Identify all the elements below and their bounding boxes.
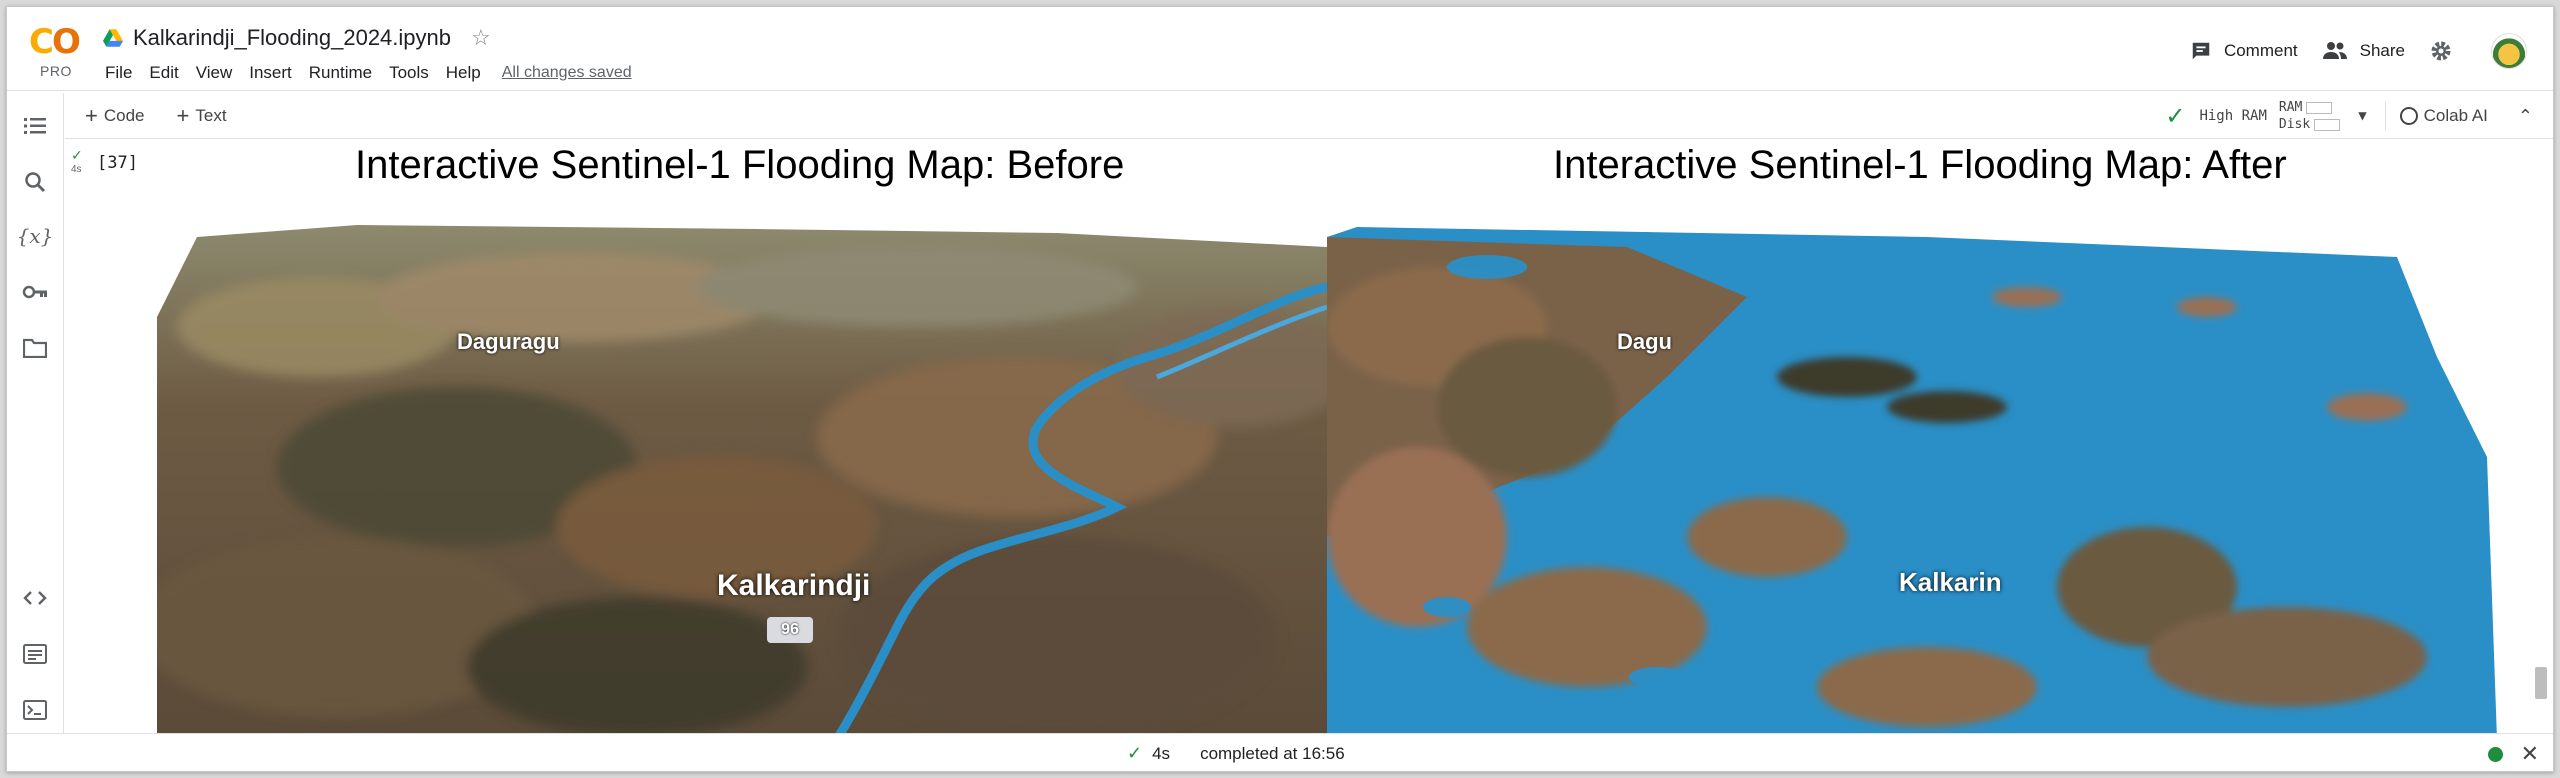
menu-tools[interactable]: Tools xyxy=(389,63,429,83)
status-duration: 4s xyxy=(1152,743,1171,763)
menu-file[interactable]: File xyxy=(105,63,132,83)
execution-status: ✓ 4s completed at 16:56 xyxy=(1127,743,1345,764)
command-palette-icon[interactable] xyxy=(20,639,50,669)
logo-mark: CO xyxy=(29,22,81,62)
terminal-icon[interactable] xyxy=(20,695,50,725)
town-label-kalkarindji: Kalkarindji xyxy=(717,569,871,602)
completed-check-icon: ✓ xyxy=(1127,743,1143,763)
variables-icon[interactable]: {𝑥} xyxy=(17,221,54,251)
menu-view[interactable]: View xyxy=(196,63,233,83)
add-code-label: Code xyxy=(103,105,145,125)
star-icon[interactable]: ☆ xyxy=(471,25,491,51)
town-label-kalkarindji-after: Kalkarin xyxy=(1899,567,2002,597)
people-icon xyxy=(2322,42,2347,59)
table-of-contents-icon[interactable] xyxy=(20,111,50,141)
execution-count: [37] xyxy=(97,153,138,173)
colab-ai-button[interactable]: Colab AI xyxy=(2399,106,2488,126)
plus-icon: + xyxy=(85,102,98,128)
collapse-chevron-icon[interactable]: ⌃ xyxy=(2518,106,2533,127)
account-avatar[interactable] xyxy=(2491,33,2527,69)
comment-label: Comment xyxy=(2223,41,2298,60)
output-scrollbar-thumb[interactable] xyxy=(2535,667,2547,699)
settings-button[interactable] xyxy=(2429,39,2465,63)
connected-check-icon: ✓ xyxy=(2165,102,2186,130)
plus-icon: + xyxy=(176,102,190,128)
town-label-daguragu: Daguragu xyxy=(457,329,560,354)
status-right: ✕ xyxy=(2487,742,2539,767)
share-button[interactable]: Share xyxy=(2322,40,2405,62)
logo-pro-badge: PRO xyxy=(40,63,72,79)
menu-edit[interactable]: Edit xyxy=(149,63,178,83)
runtime-dropdown-icon[interactable]: ▼ xyxy=(2358,108,2366,124)
colab-ai-icon xyxy=(2399,107,2418,125)
after-flood-map[interactable]: Dagu Kalkarin xyxy=(1327,207,2497,739)
ram-label: RAM xyxy=(2278,100,2303,115)
status-completed-text: completed at 16:56 xyxy=(1200,743,1345,763)
code-snippets-icon[interactable] xyxy=(20,583,50,613)
resource-meters[interactable]: RAM Disk xyxy=(2278,99,2341,133)
search-icon[interactable] xyxy=(20,167,50,197)
comment-button[interactable]: Comment xyxy=(2190,40,2298,62)
disk-bar xyxy=(2314,118,2341,131)
notebook-toolbar: + Code + Text ✓ High RAM RAM Disk ▼ Colab … xyxy=(65,93,2553,139)
menu-help[interactable]: Help xyxy=(446,63,481,83)
run-duration: 4s xyxy=(71,164,82,175)
header-actions: Comment Share xyxy=(2166,31,2527,71)
menu-insert[interactable]: Insert xyxy=(249,63,292,83)
runtime-status: ✓ High RAM RAM Disk ▼ Colab AI ⌃ xyxy=(2165,93,2533,139)
colab-window: CO PRO Kalkarindji_Flooding_2024.ipynb ☆… xyxy=(6,6,2554,772)
app-header: CO PRO Kalkarindji_Flooding_2024.ipynb ☆… xyxy=(7,7,2553,91)
add-text-label: Text xyxy=(195,105,227,125)
connection-dot-icon[interactable] xyxy=(2487,747,2503,762)
comment-icon xyxy=(2192,42,2210,60)
google-drive-icon xyxy=(103,29,123,47)
colab-ai-label: Colab AI xyxy=(2423,106,2488,125)
after-map-title: Interactive Sentinel-1 Flooding Map: Aft… xyxy=(1553,143,2287,187)
status-bar: ✓ 4s completed at 16:56 ✕ xyxy=(7,733,2553,771)
save-status-link[interactable]: All changes saved xyxy=(502,64,632,82)
secrets-key-icon[interactable] xyxy=(20,277,50,307)
share-label: Share xyxy=(2359,41,2405,60)
toolbar-divider xyxy=(2384,102,2386,130)
notebook-title[interactable]: Kalkarindji_Flooding_2024.ipynb xyxy=(133,25,451,51)
add-text-button[interactable]: + Text xyxy=(177,103,227,129)
before-flood-map[interactable]: Daguragu Kalkarindji 96 xyxy=(157,207,1327,739)
menu-runtime[interactable]: Runtime xyxy=(309,63,372,83)
run-success-check-icon[interactable]: ✓ xyxy=(71,147,83,164)
disk-label: Disk xyxy=(2278,117,2311,132)
add-code-button[interactable]: + Code xyxy=(85,103,145,129)
before-map-title: Interactive Sentinel-1 Flooding Map: Bef… xyxy=(355,143,1125,187)
runtime-type-label[interactable]: High RAM xyxy=(2199,108,2266,124)
files-folder-icon[interactable] xyxy=(20,333,50,363)
title-row: Kalkarindji_Flooding_2024.ipynb ☆ xyxy=(103,23,491,53)
town-label-daguragu-after: Dagu xyxy=(1617,329,1672,354)
gear-icon xyxy=(2431,41,2451,61)
route-shield-96: 96 xyxy=(767,617,813,643)
close-icon[interactable]: ✕ xyxy=(2521,742,2539,767)
menu-bar: File Edit View Insert Runtime Tools Help… xyxy=(105,63,649,83)
colab-logo[interactable]: CO PRO xyxy=(25,21,85,81)
left-sidebar: {𝑥} xyxy=(7,93,64,733)
ram-bar xyxy=(2306,101,2333,114)
